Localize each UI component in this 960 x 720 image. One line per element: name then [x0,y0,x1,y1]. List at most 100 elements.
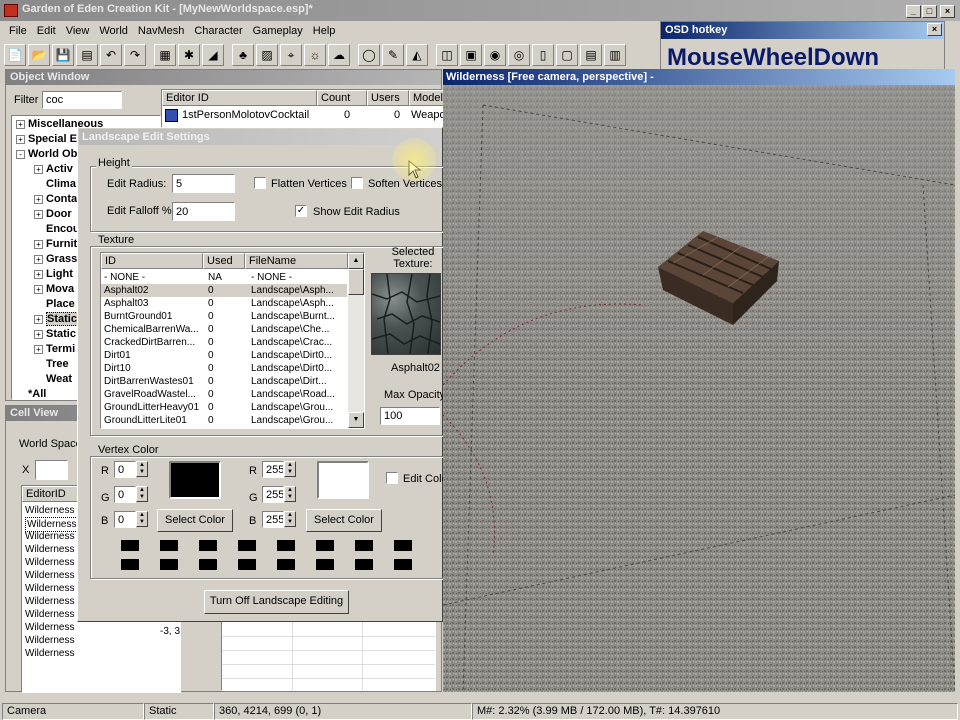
expand-icon[interactable]: + [34,329,43,339]
left-r-input[interactable] [114,461,136,478]
tree-item[interactable]: Place [12,297,75,312]
left-g-input[interactable] [114,486,136,503]
menu-help[interactable]: Help [308,22,341,40]
tree-item[interactable]: + Termi [12,342,75,357]
texture-list[interactable]: ID Used FileName - NONE - NA - NONE - Asphalt… [100,252,365,429]
save-as-icon[interactable]: ▤ [76,44,98,66]
scroll-thumb[interactable] [348,269,364,295]
expand-icon[interactable]: + [34,209,43,219]
close-button[interactable]: × [940,5,955,18]
texture-col-header[interactable]: ID [101,253,203,269]
tree-item[interactable]: Weat [12,372,72,387]
cell-row[interactable]: Wilderness [25,647,74,660]
expand-icon[interactable]: + [34,269,43,279]
left-g-spinner[interactable]: ▲ ▼ [136,486,148,502]
texture-row[interactable]: GroundLitterHeavy01 0 Landscape\Grou... [101,401,347,414]
menu-navmesh[interactable]: NavMesh [133,22,189,40]
speech-icon[interactable]: ◯ [358,44,380,66]
cell-row[interactable]: Wilderness [25,595,74,608]
cell-row[interactable]: Wilderness [25,556,74,569]
left-r-spinner[interactable]: ▲ ▼ [136,461,148,477]
expand-icon[interactable]: + [34,284,43,294]
box5-icon[interactable]: ▯ [532,44,554,66]
box1-icon[interactable]: ◫ [436,44,458,66]
light-icon[interactable]: ☼ [304,44,326,66]
right-b-spinner[interactable]: ▲ ▼ [284,511,296,527]
minimize-button[interactable]: _ [906,5,921,18]
edit-falloff-input[interactable] [172,202,235,221]
color-swatch[interactable] [316,540,334,551]
tree-item[interactable]: + Light [12,267,73,282]
tree-item[interactable]: Tree [12,357,69,372]
color-swatch[interactable] [277,559,295,570]
menu-character[interactable]: Character [189,22,247,40]
tree-item[interactable]: Clima [12,177,76,192]
texture-row[interactable]: Asphalt03 0 Landscape\Asph... [101,297,347,310]
show-edit-radius-checkbox[interactable]: ✓ [295,205,307,217]
tree-item[interactable]: + Conta [12,192,77,207]
cell-row[interactable]: Wilderness [25,582,74,595]
pencil-icon[interactable]: ✎ [382,44,404,66]
object-col-header[interactable]: Count [317,90,367,106]
color-swatch[interactable] [199,540,217,551]
expand-icon[interactable]: + [16,119,25,129]
scroll-up-button[interactable]: ▲ [348,253,364,269]
texture-row[interactable]: Dirt10 0 Landscape\Dirt0... [101,362,347,375]
tree-item[interactable]: Encou [12,222,80,237]
redo-icon[interactable]: ↷ [124,44,146,66]
cell-row[interactable]: Wilderness [25,530,74,543]
turn-off-landscape-button[interactable]: Turn Off Landscape Editing [204,590,349,614]
tree-item[interactable]: + Special E [12,132,77,147]
menu-edit[interactable]: Edit [32,22,61,40]
tree-icon[interactable]: ♣ [232,44,254,66]
texture-row[interactable]: Dirt01 0 Landscape\Dirt0... [101,349,347,362]
grid-icon[interactable]: ▦ [154,44,176,66]
box4-icon[interactable]: ◎ [508,44,530,66]
flatten-vertices-checkbox[interactable] [254,177,266,189]
expand-icon[interactable]: + [34,164,43,174]
object-row[interactable]: 1stPersonMolotovCocktail 0 0 Weapo [162,108,444,123]
color-swatch[interactable] [355,540,373,551]
texture-row[interactable]: CrackedDirtBarren... 0 Landscape\Crac... [101,336,347,349]
tree-item[interactable]: + Grass [12,252,77,267]
texture-row[interactable]: GravelRoadWastel... 0 Landscape\Road... [101,388,347,401]
box6-icon[interactable]: ▢ [556,44,578,66]
expand-icon[interactable]: + [34,254,43,264]
color-swatch[interactable] [277,540,295,551]
cell-row[interactable]: Wilderness [25,634,74,647]
landscape-icon[interactable]: ▨ [256,44,278,66]
cell-row[interactable]: Wilderness [25,608,74,621]
color-swatch[interactable] [160,540,178,551]
tree-item[interactable]: *All [12,387,46,402]
right-r-input[interactable] [262,461,284,478]
menu-file[interactable]: File [4,22,32,40]
tree-item[interactable]: + Static [12,327,76,342]
menu-world[interactable]: World [94,22,133,40]
color-swatch[interactable] [355,559,373,570]
right-g-input[interactable] [262,486,284,503]
expand-icon[interactable]: + [34,194,43,204]
open-icon[interactable]: 📂 [28,44,50,66]
render-viewport[interactable]: Wilderness [Free camera, perspective] - [443,69,955,692]
filter-input[interactable] [42,91,122,109]
color-swatch[interactable] [238,559,256,570]
color-swatch[interactable] [316,559,334,570]
color-swatch[interactable] [121,540,139,551]
left-b-input[interactable] [114,511,136,528]
texture-list-scrollbar[interactable]: ▲ ▼ [348,253,364,428]
texture-row[interactable]: GroundLitterLite01 0 Landscape\Grou... [101,414,347,427]
expand-icon[interactable]: + [34,239,43,249]
scroll-down-button[interactable]: ▼ [348,412,364,428]
color-swatch[interactable] [394,540,412,551]
edit-color-checkbox[interactable] [386,472,398,484]
tree-item[interactable]: + Furnit [12,237,77,252]
save-icon[interactable]: 💾 [52,44,74,66]
right-b-input[interactable] [262,511,284,528]
color-swatch[interactable] [160,559,178,570]
sky-icon[interactable]: ☁ [328,44,350,66]
maximize-button[interactable]: □ [922,5,937,18]
right-r-spinner[interactable]: ▲ ▼ [284,461,296,477]
navmesh-icon[interactable]: ◭ [406,44,428,66]
box3-icon[interactable]: ◉ [484,44,506,66]
tree-item[interactable]: + Activ [12,162,73,177]
